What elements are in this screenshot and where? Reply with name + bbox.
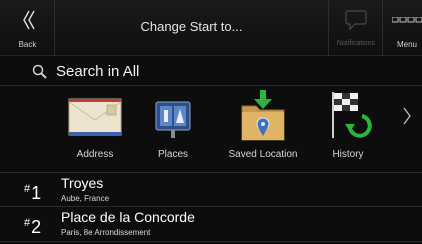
- menu-label: Menu: [396, 40, 417, 49]
- category-label: History: [332, 149, 364, 160]
- category-places[interactable]: Places: [150, 88, 196, 172]
- folder-pin-icon: [240, 90, 286, 147]
- search-label: Search in All: [56, 63, 140, 80]
- category-saved-location[interactable]: Saved Location: [218, 88, 308, 172]
- category-label: Saved Location: [228, 149, 298, 160]
- double-chevron-left-icon: [23, 10, 35, 35]
- envelope-icon: [67, 94, 123, 145]
- result-name: Troyes: [61, 175, 104, 191]
- checkered-flag-icon: [326, 90, 374, 147]
- result-detail: Paris, 8e Arrondissement: [61, 228, 151, 237]
- divider: [0, 241, 422, 242]
- category-row: Address Places Saved Location History: [0, 88, 422, 172]
- result-item[interactable]: #1 Troyes Aube, France: [0, 172, 422, 207]
- back-label: Back: [18, 40, 37, 49]
- back-button[interactable]: Back: [0, 0, 55, 56]
- result-rank: #2: [24, 217, 42, 237]
- places-icon: [153, 94, 193, 145]
- result-name: Place de la Concorde: [61, 209, 195, 225]
- category-label: Address: [76, 149, 114, 160]
- result-rank: #1: [24, 183, 42, 203]
- category-address[interactable]: Address: [62, 88, 128, 172]
- search-icon: [32, 64, 48, 85]
- category-history[interactable]: History: [320, 88, 376, 172]
- notifications-button[interactable]: Notifications: [328, 0, 382, 56]
- menu-button[interactable]: Menu: [382, 0, 422, 56]
- speech-bubble-icon: [345, 9, 367, 36]
- notifications-label: Notifications: [336, 40, 376, 47]
- top-bar: Back Change Start to... Notifications Me…: [0, 0, 422, 56]
- search-field[interactable]: Search in All: [0, 58, 422, 86]
- grid-menu-icon: [391, 16, 422, 34]
- result-item[interactable]: #2 Place de la Concorde Paris, 8e Arrond…: [0, 206, 422, 241]
- category-label: Places: [157, 149, 188, 160]
- page-title: Change Start to...: [140, 19, 243, 34]
- chevron-right-icon[interactable]: [402, 106, 412, 131]
- result-detail: Aube, France: [61, 194, 110, 203]
